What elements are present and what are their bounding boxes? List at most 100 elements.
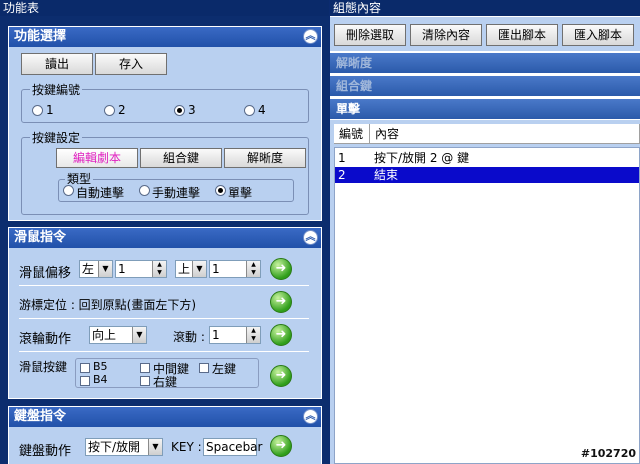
mouse-command-header[interactable]: 滑鼠指令 ︽	[9, 228, 321, 248]
key-number-label-3: 3	[188, 103, 196, 117]
go-arrow-icon[interactable]: ➜	[270, 365, 292, 387]
type-radio-auto[interactable]	[63, 185, 74, 196]
b5-label: B5	[93, 360, 108, 373]
watermark: #102720	[580, 447, 636, 460]
key-input[interactable]: Spacebar	[203, 438, 262, 456]
keyboard-command-header[interactable]: 鍵盤指令 ︽	[9, 407, 321, 427]
key-number-label-4: 4	[258, 103, 266, 117]
collapse-up-icon[interactable]: ︽	[303, 230, 318, 245]
section-single-click[interactable]: 單擊	[330, 99, 640, 119]
chevron-down-icon[interactable]: ▼	[192, 261, 206, 277]
script-list-area: 編號 內容 1 按下/放開 2 @ 鍵 2 結束	[330, 120, 640, 464]
section-resolution[interactable]: 解晰度	[330, 53, 640, 73]
list-item-number: 1	[338, 151, 346, 165]
b5-checkbox[interactable]	[80, 363, 90, 373]
stepper-arrows-icon[interactable]: ▲ ▼	[152, 261, 166, 277]
key-number-label-2: 2	[118, 103, 126, 117]
import-script-button[interactable]: 匯入腳本	[562, 24, 634, 46]
list-item-number: 2	[338, 168, 346, 182]
mouse-offset-label: 滑鼠偏移	[19, 266, 72, 281]
config-panel-title: 組態內容	[330, 0, 640, 16]
config-toolbar: 刪除選取 清除內容 匯出腳本 匯入腳本	[330, 16, 640, 51]
keyboard-action-value: 按下/放開	[88, 440, 141, 454]
tab-resolution[interactable]: 解晰度	[224, 148, 306, 168]
key-number-radio-2[interactable]	[104, 105, 115, 116]
go-arrow-icon[interactable]: ➜	[270, 291, 292, 313]
keyboard-action-label: 鍵盤動作	[19, 444, 72, 459]
function-select-title: 功能選擇	[14, 29, 67, 44]
left-button-checkbox[interactable]	[199, 363, 209, 373]
save-button[interactable]: 存入	[95, 53, 167, 75]
key-setting-legend: 按鍵設定	[30, 129, 83, 146]
v-offset-value: 1	[212, 262, 220, 276]
h-direction-value: 左	[82, 262, 95, 276]
right-button-checkbox[interactable]	[140, 376, 150, 386]
key-number-radio-3[interactable]	[174, 105, 185, 116]
chevron-down-icon[interactable]: ▼	[148, 439, 162, 455]
type-group: 類型 自動連擊 手動連擊 單擊	[58, 170, 294, 202]
key-number-label-1: 1	[46, 103, 54, 117]
go-arrow-icon[interactable]: ➜	[270, 258, 292, 280]
list-item-content: 結束	[374, 168, 399, 182]
type-radio-single[interactable]	[215, 185, 226, 196]
mouse-command-section: 滑鼠指令 ︽ 滑鼠偏移 左 ▼ 1 ▲ ▼ 上 ▼ 1 ▲ ▼ ➜ 游標定位 : 回…	[8, 227, 322, 399]
v-direction-value: 上	[178, 262, 191, 276]
section-combo-key[interactable]: 組合鍵	[330, 76, 640, 96]
type-label-auto: 自動連擊	[76, 186, 125, 200]
b4-checkbox[interactable]	[80, 376, 90, 386]
wheel-direction-value: 向上	[92, 328, 117, 342]
tab-combo-key[interactable]: 組合鍵	[140, 148, 222, 168]
delete-selected-button[interactable]: 刪除選取	[334, 24, 406, 46]
scroll-value: 1	[212, 328, 220, 342]
mouse-button-label: 滑鼠按鍵	[19, 360, 68, 374]
function-select-header[interactable]: 功能選擇 ︽	[9, 27, 321, 47]
type-label-single: 單擊	[228, 186, 253, 200]
key-number-group: 按鍵編號 1 2 3 4	[21, 81, 309, 123]
h-offset-value: 1	[118, 262, 126, 276]
function-panel: 功能表 功能選擇 ︽ 讀出 存入 按鍵編號 1 2 3 4 按鍵設定 編輯劇本 …	[0, 0, 329, 464]
b4-label: B4	[93, 373, 108, 386]
column-header-number[interactable]: 編號	[334, 124, 370, 144]
collapse-up-icon[interactable]: ︽	[303, 409, 318, 424]
wheel-direction-select[interactable]: 向上 ▼	[89, 326, 147, 344]
collapse-up-icon[interactable]: ︽	[303, 29, 318, 44]
go-arrow-icon[interactable]: ➜	[270, 435, 292, 457]
scroll-label: 滾動 :	[173, 330, 205, 344]
chevron-down-icon[interactable]: ▼	[132, 327, 146, 343]
divider	[19, 351, 309, 352]
divider	[19, 285, 309, 286]
divider	[19, 318, 309, 319]
v-offset-stepper[interactable]: 1 ▲ ▼	[209, 260, 261, 278]
go-arrow-icon[interactable]: ➜	[270, 324, 292, 346]
export-script-button[interactable]: 匯出腳本	[486, 24, 558, 46]
middle-button-checkbox[interactable]	[140, 363, 150, 373]
right-button-label: 右鍵	[153, 375, 178, 389]
clear-content-button[interactable]: 清除內容	[410, 24, 482, 46]
stepper-arrows-icon[interactable]: ▲ ▼	[246, 327, 260, 343]
list-item-content: 按下/放開 2 @ 鍵	[374, 151, 470, 165]
scroll-stepper[interactable]: 1 ▲ ▼	[209, 326, 261, 344]
type-radio-manual[interactable]	[139, 185, 150, 196]
list-item[interactable]: 1 按下/放開 2 @ 鍵	[335, 150, 639, 166]
script-list[interactable]: 1 按下/放開 2 @ 鍵 2 結束	[334, 147, 640, 464]
function-select-section: 功能選擇 ︽ 讀出 存入 按鍵編號 1 2 3 4 按鍵設定 編輯劇本 組合鍵 …	[8, 26, 322, 221]
tab-edit-script[interactable]: 編輯劇本	[56, 148, 138, 168]
h-offset-stepper[interactable]: 1 ▲ ▼	[115, 260, 167, 278]
key-label: KEY :	[171, 440, 202, 454]
mouse-button-group: B5 中間鍵 左鍵 B4 右鍵	[75, 358, 259, 389]
h-direction-select[interactable]: 左 ▼	[79, 260, 113, 278]
keyboard-command-title: 鍵盤指令	[14, 409, 67, 424]
key-number-radio-4[interactable]	[244, 105, 255, 116]
keyboard-action-select[interactable]: 按下/放開 ▼	[85, 438, 163, 456]
key-number-legend: 按鍵編號	[30, 81, 83, 98]
cursor-position-label: 游標定位 : 回到原點(畫面左下方)	[19, 298, 197, 312]
chevron-down-icon[interactable]: ▼	[98, 261, 112, 277]
key-number-radio-1[interactable]	[32, 105, 43, 116]
stepper-arrows-icon[interactable]: ▲ ▼	[246, 261, 260, 277]
config-panel: 組態內容 刪除選取 清除內容 匯出腳本 匯入腳本 解晰度 組合鍵 單擊 編號 內…	[330, 0, 640, 464]
list-item-selected[interactable]: 2 結束	[335, 167, 639, 183]
column-header-content[interactable]: 內容	[370, 124, 640, 144]
read-button[interactable]: 讀出	[21, 53, 93, 75]
left-button-label: 左鍵	[212, 362, 237, 376]
v-direction-select[interactable]: 上 ▼	[175, 260, 207, 278]
